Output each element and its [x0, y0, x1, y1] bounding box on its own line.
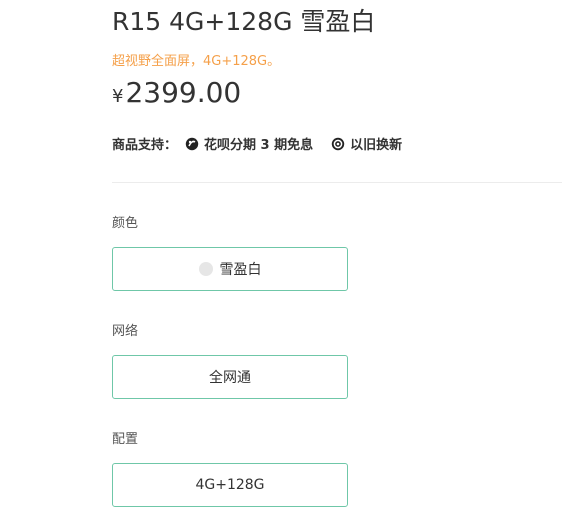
config-option-text: 4G+128G — [195, 477, 265, 493]
color-option-xueyingbai[interactable]: 雪盈白 — [112, 247, 348, 291]
service-support: 商品支持： 花呗分期 3 期免息 以旧换新 — [112, 134, 420, 153]
trade-in-icon — [331, 137, 345, 150]
price-currency: ¥ — [112, 86, 124, 107]
config-label: 配置 — [112, 432, 139, 447]
price-amount: 2399.00 — [125, 76, 242, 109]
color-swatch-icon — [198, 262, 213, 276]
network-option-quanwangtong[interactable]: 全网通 — [112, 355, 348, 399]
network-label: 网络 — [112, 324, 139, 339]
product-subtitle: 超视野全面屏，4G+128G。 — [112, 54, 281, 69]
color-label: 颜色 — [112, 216, 139, 231]
service-huabei-text: 花呗分期 3 期免息 — [204, 138, 314, 153]
huabei-icon — [185, 137, 199, 150]
config-option-4g-128g[interactable]: 4G+128G — [112, 463, 348, 507]
service-huabei[interactable]: 花呗分期 3 期免息 — [185, 134, 313, 153]
product-price: ¥2399.00 — [112, 76, 241, 109]
divider — [112, 182, 562, 183]
network-option-text: 全网通 — [209, 370, 251, 386]
service-trade-in[interactable]: 以旧换新 — [331, 134, 402, 153]
product-title: R15 4G+128G 雪盈白 — [112, 7, 376, 36]
service-support-label: 商品支持： — [112, 138, 178, 153]
service-trade-in-text: 以旧换新 — [350, 138, 403, 153]
color-option-text: 雪盈白 — [219, 262, 262, 278]
